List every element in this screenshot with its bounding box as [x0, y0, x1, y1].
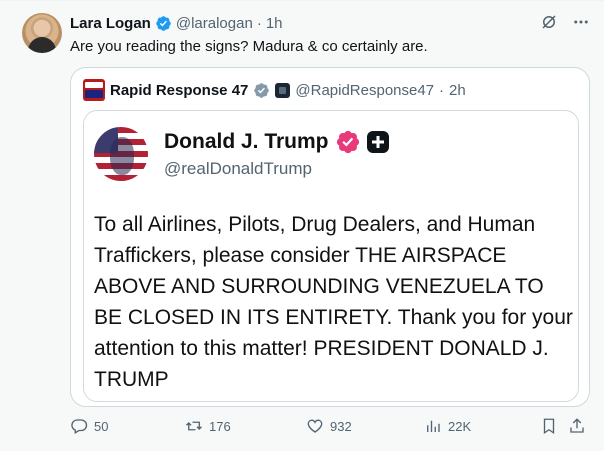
grok-icon[interactable]: [538, 11, 560, 33]
tweet-time[interactable]: 1h: [266, 15, 283, 32]
truth-author-avatar: [94, 127, 148, 181]
bookmark-icon: [543, 418, 555, 435]
verified-badge-icon: [156, 15, 171, 31]
reply-button[interactable]: 50: [70, 417, 108, 435]
quote-author-name[interactable]: Rapid Response 47: [110, 82, 248, 99]
truth-author-handle: @realDonaldTrump: [164, 159, 312, 178]
like-button[interactable]: 932: [306, 417, 352, 435]
truth-author-row: Donald J. Trump: [164, 129, 389, 155]
share-icon: [570, 418, 584, 433]
quote-header: Rapid Response 47 @RapidResponse47 · 2h: [83, 79, 466, 101]
quoted-tweet[interactable]: Rapid Response 47 @RapidResponse47 · 2h …: [70, 67, 590, 407]
bookmark-button[interactable]: [540, 417, 558, 435]
views-icon: [427, 420, 440, 432]
truth-author-name: Donald J. Trump: [164, 130, 329, 153]
more-icon[interactable]: [570, 11, 592, 33]
repost-icon: [186, 421, 202, 431]
quote-author-avatar[interactable]: [83, 79, 105, 101]
repost-count: 176: [209, 418, 231, 434]
action-bar: 50 176 932 22K: [70, 415, 592, 439]
tweet[interactable]: Lara Logan @laralogan · 1h Are you readi…: [0, 0, 604, 451]
author-avatar[interactable]: [22, 13, 62, 53]
like-icon: [307, 419, 323, 433]
reply-icon: [71, 419, 88, 434]
separator: ·: [256, 14, 262, 32]
truth-plus-icon: [366, 131, 389, 153]
share-button[interactable]: [568, 417, 586, 435]
like-count: 932: [330, 418, 352, 434]
views-button[interactable]: 22K: [424, 417, 471, 435]
quote-separator: ·: [439, 81, 445, 99]
repost-button[interactable]: 176: [185, 417, 231, 435]
tweet-text: Are you reading the signs? Madura & co c…: [70, 38, 428, 55]
top-actions: [538, 11, 592, 33]
gray-verified-badge-icon: [254, 82, 270, 98]
views-count: 22K: [448, 418, 472, 434]
truth-post-text: To all Airlines, Pilots, Drug Dealers, a…: [94, 213, 573, 391]
affiliate-badge-icon: [275, 82, 291, 98]
quote-author-handle[interactable]: @RapidResponse47: [295, 82, 434, 99]
reply-count: 50: [94, 418, 109, 434]
tweet-header: Lara Logan @laralogan · 1h: [70, 13, 283, 33]
quote-time[interactable]: 2h: [449, 82, 466, 99]
author-handle[interactable]: @laralogan: [176, 15, 253, 32]
author-name[interactable]: Lara Logan: [70, 15, 151, 32]
pink-verified-badge-icon: [336, 130, 359, 154]
truth-social-screenshot[interactable]: Donald J. Trump @realDonaldTrump To all …: [83, 110, 579, 402]
